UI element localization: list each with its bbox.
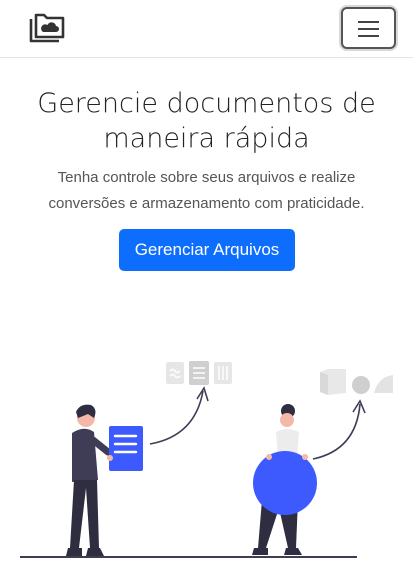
hero-title-line-1: Gerencie documentos de bbox=[37, 88, 376, 119]
hamburger-menu-icon bbox=[358, 28, 379, 30]
navbar-toggler-button[interactable] bbox=[341, 7, 396, 49]
woman-figure bbox=[252, 404, 317, 555]
hero-subtitle-line-2: conversões e armazenamento com praticida… bbox=[48, 195, 365, 212]
man-figure bbox=[66, 404, 143, 556]
hero-subtitle-line-1: Tenha controle sobre seus arquivos e rea… bbox=[57, 169, 356, 186]
right-arrow bbox=[312, 403, 361, 460]
hero-title-line-2: maneira rápida bbox=[103, 123, 310, 154]
hero-subtitle: Tenha controle sobre seus arquivos e rea… bbox=[0, 165, 413, 217]
manage-files-button[interactable]: Gerenciar Arquivos bbox=[119, 229, 295, 271]
hero-illustration bbox=[20, 361, 393, 558]
document-type-icons bbox=[166, 361, 232, 385]
hero-title: Gerencie documentos de maneira rápida bbox=[0, 86, 413, 156]
left-arrow bbox=[149, 390, 204, 445]
navbar bbox=[0, 0, 413, 58]
folder-cloud-icon bbox=[29, 13, 65, 43]
hamburger-menu-icon bbox=[358, 21, 379, 23]
hero-section: Gerencie documentos de maneira rápida Te… bbox=[0, 86, 413, 217]
hamburger-menu-icon bbox=[358, 35, 379, 37]
shape-icons bbox=[320, 369, 393, 395]
